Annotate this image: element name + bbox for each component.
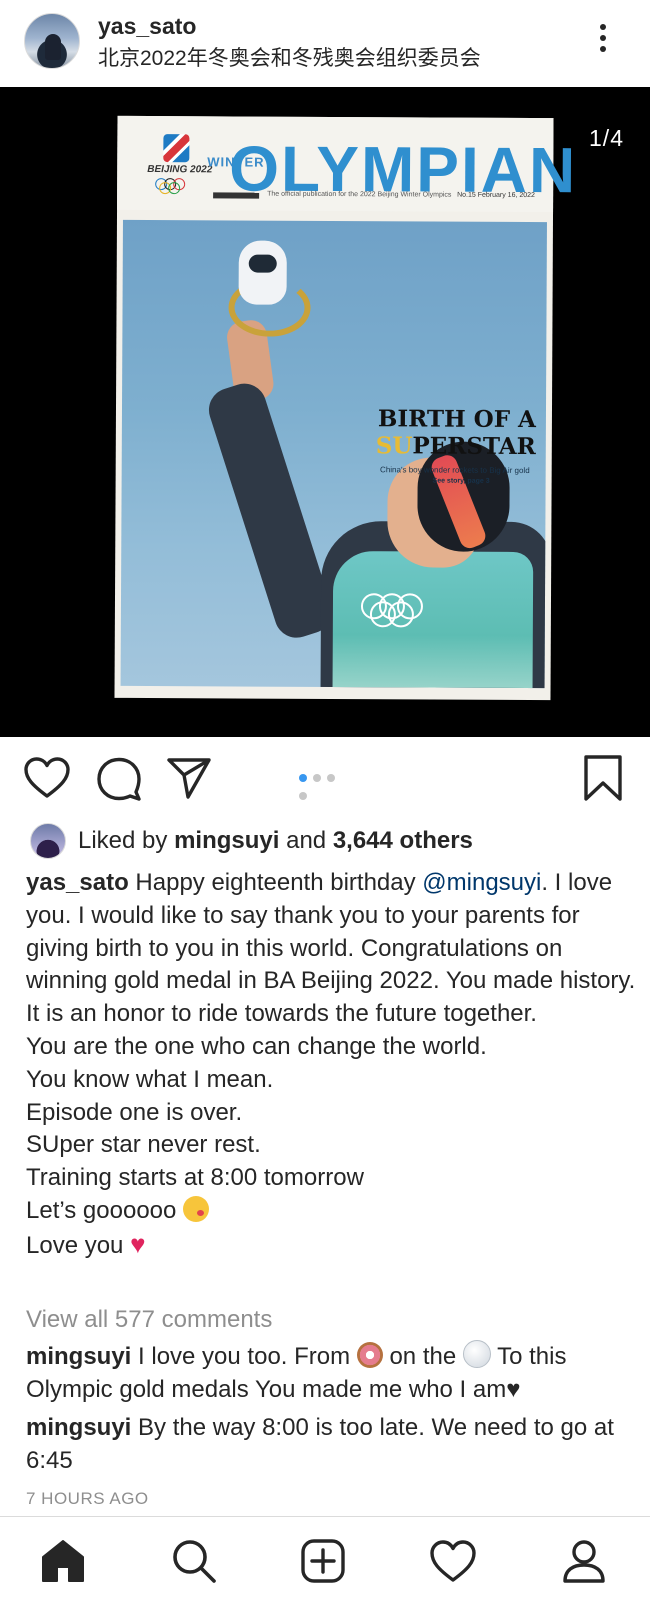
carousel-dot — [299, 792, 307, 800]
bottom-navigation — [0, 1516, 650, 1604]
bookmark-icon[interactable] — [583, 754, 623, 802]
black-heart-emoji-icon: ♥ — [506, 1375, 521, 1403]
red-heart-emoji-icon: ♥ — [130, 1228, 146, 1259]
author-avatar[interactable] — [24, 13, 80, 69]
likes-count: 3,644 others — [332, 827, 473, 854]
caption-line: You are the one who can change the world… — [26, 1032, 487, 1060]
caption-line: SUper star never rest. — [26, 1131, 261, 1159]
view-all-comments-link[interactable]: View all 577 comments — [26, 1306, 272, 1334]
caption-username[interactable]: yas_sato — [26, 869, 129, 896]
comment-username[interactable]: mingsuyi — [26, 1414, 131, 1441]
author-username[interactable]: yas_sato — [98, 13, 196, 40]
newspaper-masthead: BEIJING 2022 WINTER OLYMPIAN The officia… — [117, 115, 577, 213]
comment-username[interactable]: mingsuyi — [26, 1343, 131, 1370]
more-options-icon[interactable] — [597, 24, 609, 58]
caption-mention[interactable]: @mingsuyi — [422, 869, 541, 896]
carousel-dot-active — [299, 774, 307, 782]
liker-username: mingsuyi — [174, 827, 280, 854]
cover-photo: BIRTH OF A SUPERSTAR China's boy wonder … — [120, 219, 547, 689]
masthead-tagline: The official publication for the 2022 Be… — [267, 190, 452, 199]
donut-emoji-icon — [356, 1342, 383, 1368]
comment-item: mingsuyi By the way 8:00 is too late. We… — [26, 1414, 614, 1474]
cover-headline: BIRTH OF A SUPERSTAR — [375, 405, 537, 461]
comment-icon[interactable] — [96, 757, 142, 801]
cover-subhead: China's boy wonder rockets to Big Air go… — [380, 465, 530, 476]
share-icon[interactable] — [166, 757, 212, 799]
like-heart-icon[interactable] — [24, 757, 70, 799]
carousel-dot — [313, 774, 321, 782]
post-timestamp: 7 HOURS AGO — [26, 1489, 149, 1508]
carousel-indicator — [299, 774, 353, 800]
activity-heart-icon[interactable] — [429, 1537, 477, 1585]
caption-line: It is an honor to ride towards the futur… — [26, 1000, 537, 1028]
kissing-face-emoji-icon — [183, 1195, 210, 1222]
snowball-emoji-icon — [462, 1340, 491, 1368]
post-location[interactable]: 北京2022年冬奥会和冬残奥会组织委员会 — [98, 42, 481, 72]
caption-line: Episode one is over. — [26, 1098, 243, 1126]
new-post-icon[interactable] — [299, 1537, 347, 1585]
caption-line: Training starts at 8:00 tomorrow — [26, 1164, 364, 1192]
liker-avatar[interactable] — [30, 823, 66, 859]
likes-row[interactable]: Liked by mingsuyi and 3,644 others — [30, 823, 630, 859]
comment-item: mingsuyi I love you too. From on the To … — [26, 1340, 636, 1406]
post-caption: yas_sato Happy eighteenth birthday @ming… — [26, 869, 636, 1259]
caption-line: You know what I mean. — [26, 1065, 274, 1093]
home-icon[interactable] — [39, 1537, 87, 1585]
cover-see-story: See story, page 3 — [432, 477, 490, 485]
profile-icon[interactable] — [560, 1537, 608, 1585]
post-header: yas_sato 北京2022年冬奥会和冬残奥会组织委员会 — [0, 0, 650, 87]
beijing-2022-logo: BEIJING 2022 — [147, 134, 212, 195]
search-icon[interactable] — [170, 1537, 218, 1585]
bing-dwen-dwen-trophy — [228, 238, 311, 337]
likes-text[interactable]: Liked by mingsuyi and 3,644 others — [78, 827, 473, 855]
china-daily-bar — [213, 192, 260, 199]
masthead-issue: No.15 February 16, 2022 — [457, 191, 535, 200]
post-media-carousel[interactable]: BEIJING 2022 WINTER OLYMPIAN The officia… — [0, 87, 650, 737]
carousel-dot — [327, 774, 335, 782]
newspaper-photo: BEIJING 2022 WINTER OLYMPIAN The officia… — [114, 115, 577, 701]
carousel-counter: 1/4 — [589, 125, 624, 151]
